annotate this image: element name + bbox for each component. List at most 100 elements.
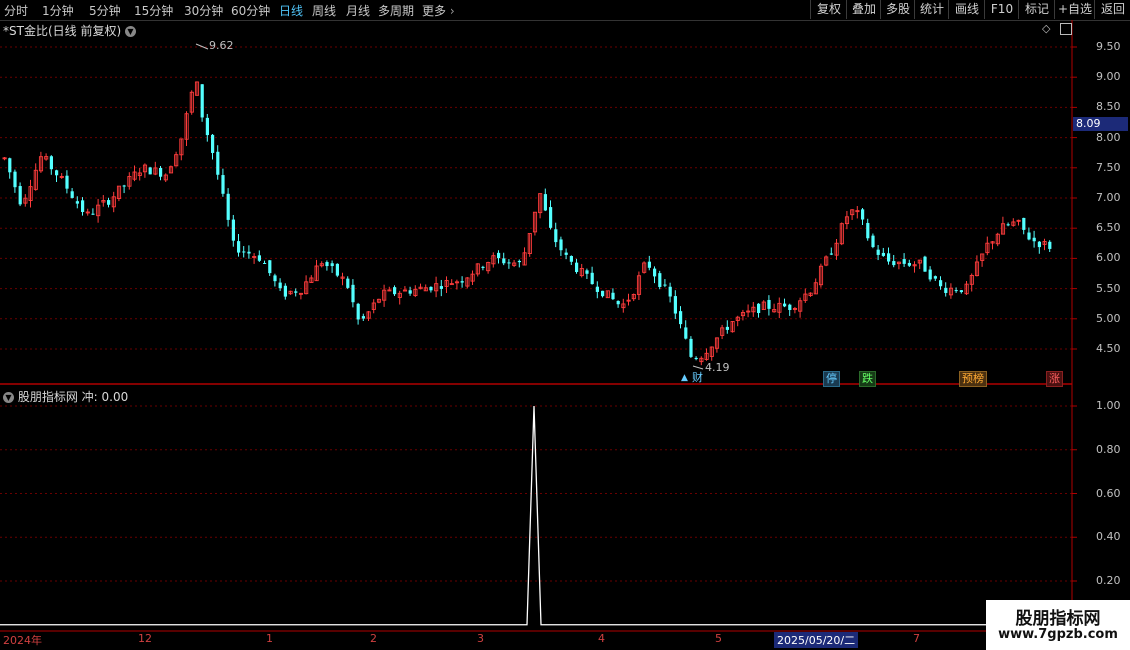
candle-body bbox=[13, 171, 17, 188]
indicator-line bbox=[0, 405, 1072, 626]
stats-button[interactable]: 统计 bbox=[914, 0, 949, 19]
candle-body bbox=[902, 259, 906, 264]
candle-body bbox=[237, 241, 241, 253]
candle-body bbox=[278, 282, 282, 289]
candle-body bbox=[356, 303, 360, 320]
candle-body bbox=[1037, 241, 1041, 248]
marker-fall[interactable]: 跌 bbox=[859, 371, 876, 387]
candle-body bbox=[658, 273, 662, 287]
candle-body bbox=[231, 219, 235, 241]
candle-body bbox=[507, 262, 511, 264]
period-monthly[interactable]: 月线 bbox=[346, 2, 370, 19]
candle-body bbox=[200, 84, 204, 118]
draw-button[interactable]: 画线 bbox=[948, 0, 985, 19]
candle-body bbox=[694, 357, 698, 360]
period-toolbar: 分时 1分钟 5分钟 15分钟 30分钟 60分钟 日线 周线 月线 多周期 更… bbox=[0, 0, 1130, 21]
period-more[interactable]: 更多 › bbox=[422, 2, 455, 19]
candle-body bbox=[876, 249, 880, 255]
price-tick-label: 5.00 bbox=[1096, 311, 1121, 325]
watermark-url: www.7gpzb.com bbox=[998, 627, 1118, 642]
candle-body bbox=[892, 261, 896, 266]
candle-body bbox=[757, 303, 761, 314]
candle-body bbox=[211, 134, 215, 153]
indicator-line-label: 冲: bbox=[81, 390, 98, 404]
marker-forecast[interactable]: 预榜 bbox=[959, 371, 987, 387]
candle-body bbox=[907, 262, 911, 266]
candle-body bbox=[564, 252, 568, 255]
price-tick-label: 6.50 bbox=[1096, 221, 1121, 235]
crosshair-date-label: 2025/05/20/二 bbox=[774, 632, 859, 648]
f10-button[interactable]: F10 bbox=[984, 0, 1019, 19]
overlay-button[interactable]: 叠加 bbox=[846, 0, 881, 19]
add-watchlist-button[interactable]: +自选 bbox=[1054, 0, 1095, 19]
candle-body bbox=[361, 316, 365, 319]
candle-body bbox=[871, 235, 875, 248]
candle-body bbox=[684, 327, 688, 339]
date-label: 7 bbox=[913, 632, 920, 645]
candle-body bbox=[70, 191, 74, 198]
candle-body bbox=[8, 158, 12, 173]
period-intraday[interactable]: 分时 bbox=[4, 2, 28, 19]
candle-body bbox=[393, 287, 397, 295]
marker-suspend[interactable]: 停 bbox=[823, 371, 840, 387]
panel-toggle-icon[interactable] bbox=[1060, 23, 1072, 35]
period-1min[interactable]: 1分钟 bbox=[42, 2, 74, 19]
candle-body bbox=[689, 338, 693, 357]
date-label: 4 bbox=[598, 632, 605, 645]
candle-body bbox=[725, 326, 729, 330]
mark-button[interactable]: 标记 bbox=[1018, 0, 1055, 19]
price-tick-label: 8.00 bbox=[1096, 130, 1121, 144]
candle-body bbox=[673, 296, 677, 314]
candle-body bbox=[939, 280, 943, 287]
candle-body bbox=[351, 284, 355, 303]
candle-body bbox=[959, 290, 963, 293]
kline-chart[interactable] bbox=[0, 20, 1130, 650]
period-15min[interactable]: 15分钟 bbox=[134, 2, 173, 19]
price-tick-label: 5.50 bbox=[1096, 281, 1121, 295]
date-label: 2024年 bbox=[3, 634, 42, 647]
price-tick-label: 7.00 bbox=[1096, 191, 1121, 204]
candle-body bbox=[653, 268, 657, 277]
chevron-right-icon: › bbox=[446, 4, 455, 18]
candle-body bbox=[502, 258, 506, 264]
candle-body bbox=[216, 151, 220, 175]
candle-body bbox=[294, 291, 298, 293]
period-5min[interactable]: 5分钟 bbox=[89, 2, 121, 19]
marker-finance[interactable]: 财 bbox=[690, 371, 705, 385]
candle-body bbox=[346, 278, 350, 288]
candle-body bbox=[226, 193, 230, 220]
stock-title-text: *ST金比(日线 前复权) bbox=[3, 24, 122, 38]
multi-stock-button[interactable]: 多股 bbox=[880, 0, 915, 19]
candle-body bbox=[497, 252, 501, 259]
candle-body bbox=[601, 290, 605, 297]
candle-body bbox=[330, 263, 334, 267]
period-daily[interactable]: 日线 bbox=[279, 2, 303, 19]
candle-body bbox=[679, 311, 683, 325]
high-price-label: 9.62 bbox=[209, 39, 234, 52]
chevron-down-icon[interactable]: ▼ bbox=[3, 392, 14, 403]
indicator-title[interactable]: ▼ 股朋指标网 冲: 0.00 bbox=[3, 388, 128, 405]
watermark-logo: 股朋指标网 www.7gpzb.com bbox=[986, 600, 1130, 650]
candle-body bbox=[247, 251, 251, 254]
period-30min[interactable]: 30分钟 bbox=[184, 2, 223, 19]
candle-body bbox=[616, 300, 620, 305]
candle-body bbox=[933, 276, 937, 279]
candle-body bbox=[408, 290, 412, 294]
candle-body bbox=[923, 256, 927, 272]
diamond-icon[interactable]: ◇ bbox=[1042, 22, 1050, 35]
candle-body bbox=[49, 156, 53, 170]
price-tick-label: 9.50 bbox=[1096, 40, 1121, 53]
candle-body bbox=[460, 281, 464, 283]
candle-body bbox=[148, 167, 152, 175]
back-button[interactable]: 返回 bbox=[1094, 0, 1130, 19]
period-60min[interactable]: 60分钟 bbox=[231, 2, 270, 19]
chevron-down-icon[interactable]: ▼ bbox=[124, 26, 136, 37]
period-multi[interactable]: 多周期 bbox=[378, 2, 414, 19]
stock-title[interactable]: *ST金比(日线 前复权) ▼ bbox=[3, 22, 136, 39]
period-weekly[interactable]: 周线 bbox=[312, 2, 336, 19]
candle-body bbox=[122, 185, 126, 187]
marker-rise[interactable]: 涨 bbox=[1046, 371, 1063, 387]
date-label: 12 bbox=[138, 632, 152, 645]
adjust-button[interactable]: 复权 bbox=[810, 0, 847, 19]
candle-body bbox=[107, 200, 111, 205]
